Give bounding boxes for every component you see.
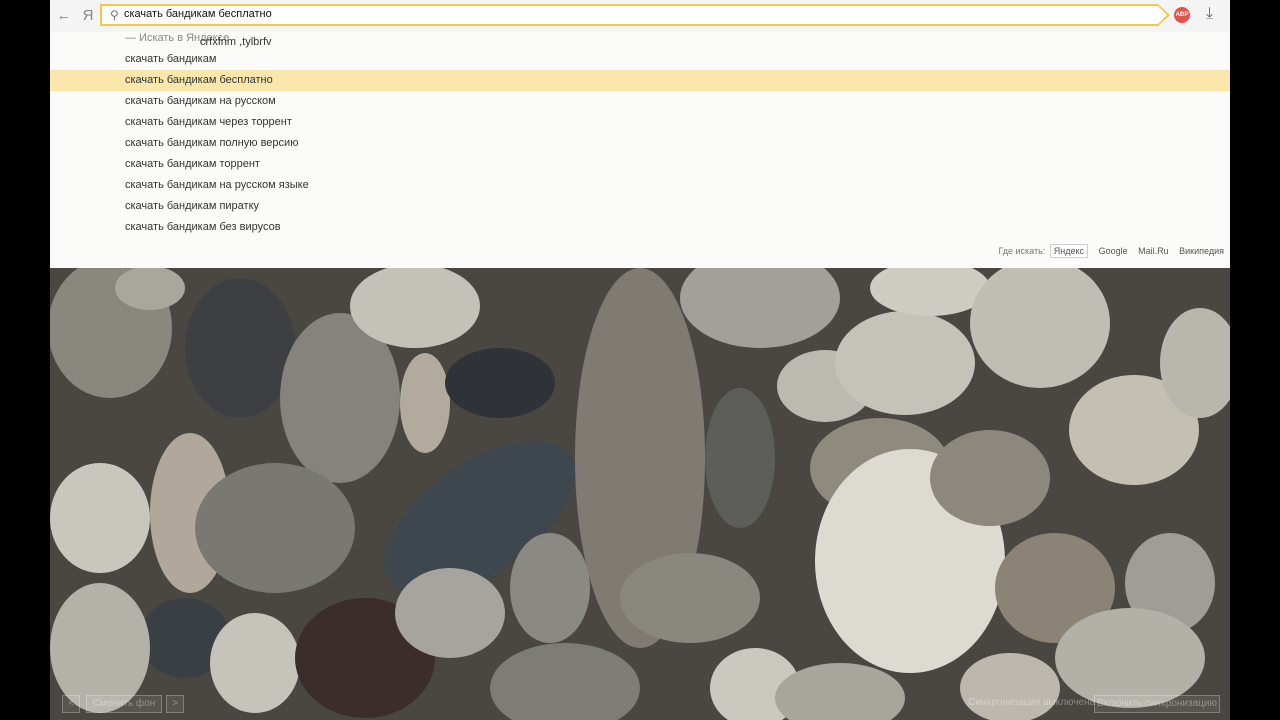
suggestions-dropdown: crfxfnm ,tylbrfv — Искать в Яндексе скач…: [50, 32, 1230, 268]
address-bar[interactable]: ⚲ скачать бандикам бесплатно: [100, 4, 1170, 26]
next-background-button[interactable]: >: [166, 695, 184, 713]
suggestion-item[interactable]: скачать бандикам без вирусов: [50, 217, 1230, 238]
search-engine-label: Где искать:: [998, 246, 1046, 256]
enable-sync-button[interactable]: Включить синхронизацию: [1094, 695, 1220, 713]
engine-wikipedia[interactable]: Википедия: [1179, 246, 1224, 256]
suggestion-item[interactable]: скачать бандикам через торрент: [50, 112, 1230, 133]
engine-yandex[interactable]: Яндекс: [1049, 244, 1089, 258]
engine-google[interactable]: Google: [1099, 246, 1128, 256]
suggestion-search-item[interactable]: crfxfnm ,tylbrfv — Искать в Яндексе: [50, 28, 1230, 49]
address-input[interactable]: скачать бандикам бесплатно: [124, 8, 272, 20]
search-engine-selector: Где искать: Яндекс Google Mail.Ru Википе…: [998, 244, 1224, 258]
suggestion-text: crfxfnm ,tylbrfv: [200, 36, 272, 48]
search-icon: ⚲: [110, 8, 119, 22]
sync-status: Синхронизация выключена: [968, 697, 1096, 708]
bottom-bar: < Сменить фон > Синхронизация выключена …: [50, 690, 1230, 720]
suggestion-item[interactable]: скачать бандикам полную версию: [50, 133, 1230, 154]
background-image: [50, 268, 1230, 720]
browser-window: ← Я ⚲ скачать бандикам бесплатно ABP ⤓ c…: [50, 0, 1230, 720]
suggestion-item[interactable]: скачать бандикам на русском языке: [50, 175, 1230, 196]
adblock-icon[interactable]: ABP: [1174, 7, 1190, 23]
suggestion-item[interactable]: скачать бандикам: [50, 49, 1230, 70]
back-arrow-icon[interactable]: ←: [54, 6, 74, 26]
engine-mailru[interactable]: Mail.Ru: [1138, 246, 1169, 256]
suggestion-item[interactable]: скачать бандикам пиратку: [50, 196, 1230, 217]
download-icon[interactable]: ⤓: [1206, 5, 1213, 23]
prev-background-button[interactable]: <: [62, 695, 80, 713]
suggestion-item[interactable]: скачать бандикам торрент: [50, 154, 1230, 175]
change-background-button[interactable]: Сменить фон: [86, 695, 162, 713]
suggestion-item-selected[interactable]: скачать бандикам бесплатно: [50, 70, 1230, 91]
yandex-button[interactable]: Я: [78, 6, 98, 26]
suggestion-item[interactable]: скачать бандикам на русском: [50, 91, 1230, 112]
pebbles-picture: [50, 268, 1230, 720]
